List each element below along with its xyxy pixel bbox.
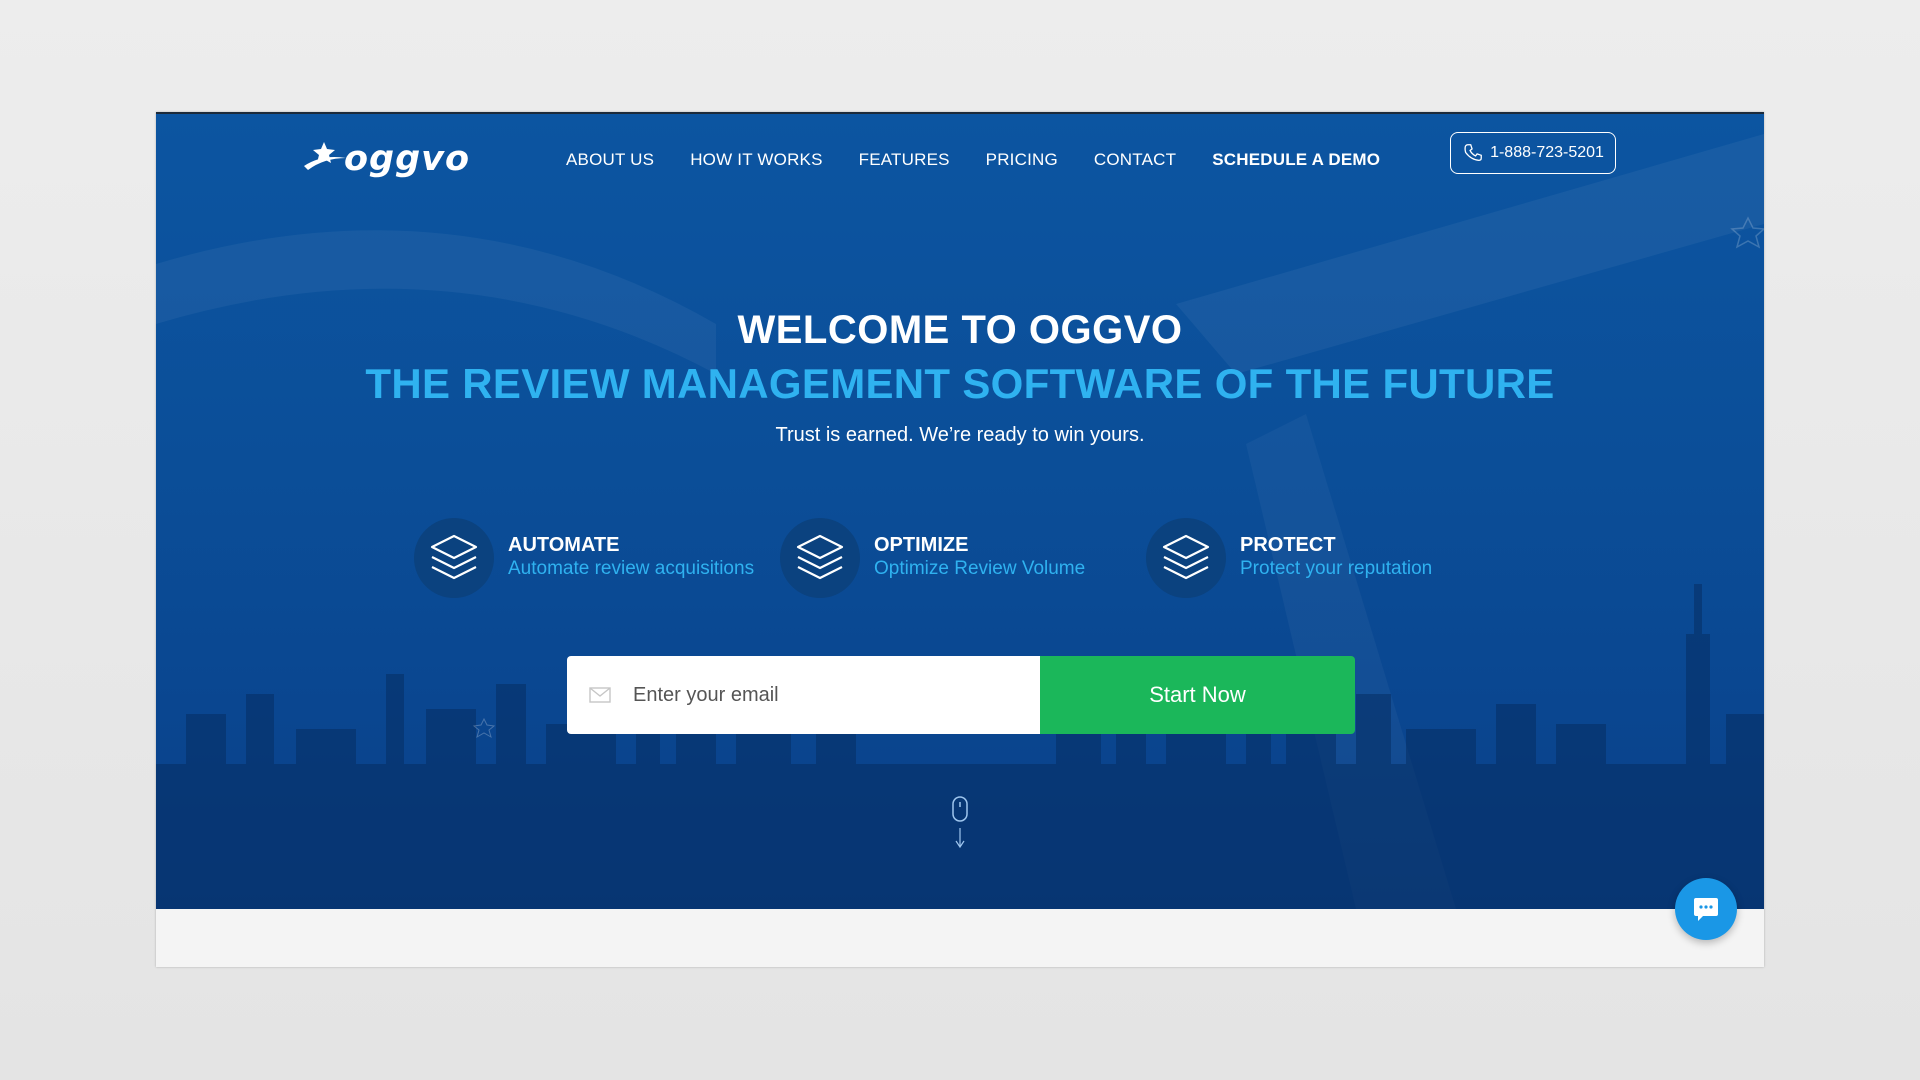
- feature-protect: PROTECT Protect your reputation: [1146, 518, 1432, 598]
- oggvo-logo[interactable]: oggvo: [302, 132, 470, 186]
- main-menu: ABOUT US HOW IT WORKS FEATURES PRICING C…: [566, 150, 1380, 170]
- hero-tagline: Trust is earned. We’re ready to win your…: [775, 424, 1145, 446]
- hero-background-decoration: [156, 134, 1764, 909]
- feature-description: Protect your reputation: [1240, 558, 1433, 579]
- top-navigation: oggvo ABOUT US HOW IT WORKS FEATURES PRI…: [156, 114, 1764, 204]
- nav-features[interactable]: FEATURES: [859, 150, 950, 170]
- start-now-button[interactable]: Start Now: [1040, 656, 1355, 734]
- star-swoosh-icon: [304, 142, 346, 170]
- layers-icon: [1146, 518, 1226, 598]
- feature-title: AUTOMATE: [508, 534, 620, 556]
- nav-about-us[interactable]: ABOUT US: [566, 150, 654, 170]
- browser-frame: oggvo ABOUT US HOW IT WORKS FEATURES PRI…: [156, 112, 1764, 967]
- hero-subtitle: THE REVIEW MANAGEMENT SOFTWARE OF THE FU…: [365, 360, 1555, 407]
- phone-number: 1-888-723-5201: [1490, 144, 1604, 161]
- nav-contact[interactable]: CONTACT: [1094, 150, 1176, 170]
- scroll-down-mouse-icon[interactable]: [952, 796, 968, 852]
- feature-title: OPTIMIZE: [874, 534, 969, 556]
- layers-icon: [780, 518, 860, 598]
- email-signup-form: Start Now: [567, 656, 1355, 734]
- logo-wordmark: oggvo: [344, 139, 471, 179]
- phone-icon: [1464, 144, 1482, 161]
- hero-section: oggvo ABOUT US HOW IT WORKS FEATURES PRI…: [156, 112, 1764, 909]
- feature-title: PROTECT: [1240, 534, 1336, 556]
- feature-optimize: OPTIMIZE Optimize Review Volume: [780, 518, 1085, 598]
- envelope-icon: [589, 687, 611, 703]
- email-field-wrapper[interactable]: [567, 656, 1040, 734]
- feature-description: Optimize Review Volume: [874, 558, 1086, 579]
- layers-icon: [414, 518, 494, 598]
- feature-automate: AUTOMATE Automate review acquisitions: [414, 518, 754, 598]
- nav-how-it-works[interactable]: HOW IT WORKS: [690, 150, 822, 170]
- hero-title: WELCOME TO OGGVO: [737, 308, 1183, 352]
- nav-schedule-demo[interactable]: SCHEDULE A DEMO: [1212, 150, 1380, 170]
- chat-bubble-icon: [1694, 898, 1718, 921]
- chat-widget-button[interactable]: [1675, 878, 1737, 940]
- nav-pricing[interactable]: PRICING: [986, 150, 1058, 170]
- email-input[interactable]: [631, 682, 1015, 708]
- feature-description: Automate review acquisitions: [508, 558, 755, 579]
- phone-button[interactable]: 1-888-723-5201: [1450, 132, 1616, 174]
